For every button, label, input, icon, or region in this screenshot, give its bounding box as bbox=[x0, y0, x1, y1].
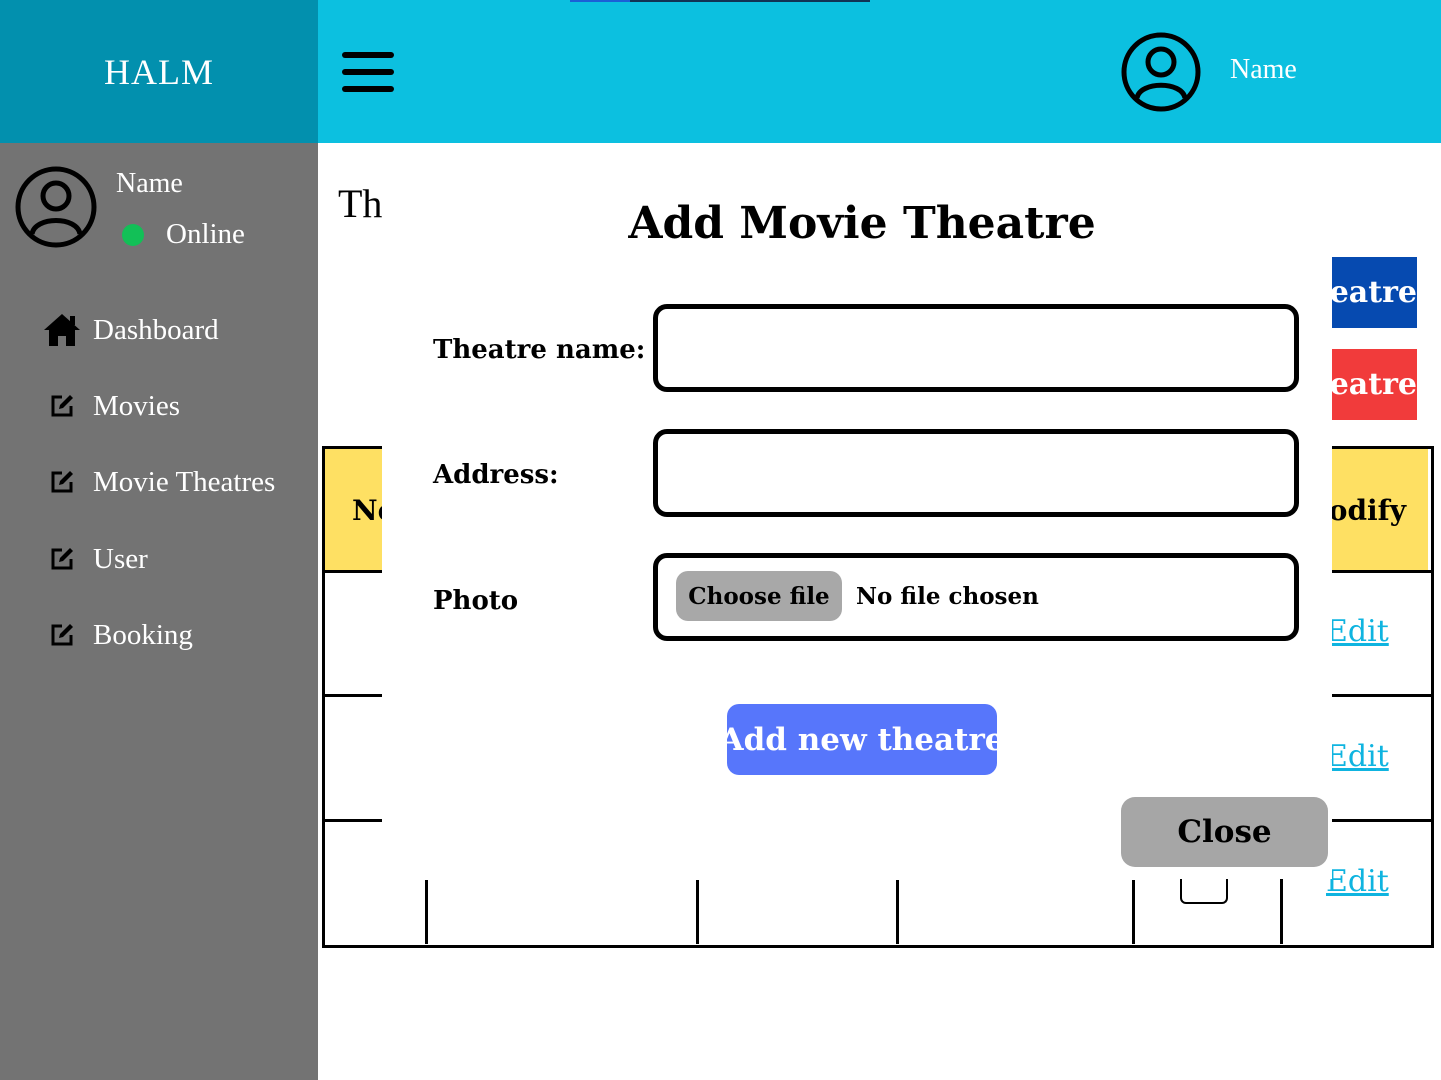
address-label: Address: bbox=[433, 460, 559, 490]
file-status-text: No file chosen bbox=[856, 583, 1039, 610]
table-col-divider bbox=[696, 880, 699, 944]
theatre-name-label: Theatre name: bbox=[433, 335, 646, 365]
row-checkbox[interactable] bbox=[1180, 878, 1228, 904]
online-status-dot bbox=[122, 224, 144, 246]
table-col-divider bbox=[896, 880, 899, 944]
sidebar-item-dashboard[interactable]: Dashboard bbox=[40, 308, 310, 352]
sidebar-item-movie-theatres[interactable]: Movie Theatres bbox=[40, 460, 310, 504]
top-divider-accent bbox=[570, 0, 630, 2]
edit-icon bbox=[40, 460, 84, 504]
background-red-button[interactable]: eatre bbox=[1332, 349, 1417, 420]
brand-text: HALM bbox=[104, 51, 214, 92]
edit-link[interactable]: Edit bbox=[1326, 614, 1389, 649]
header-avatar-icon[interactable] bbox=[1120, 31, 1202, 113]
add-new-theatre-button[interactable]: Add new theatre bbox=[720, 704, 1005, 775]
sidebar-item-label: Movies bbox=[93, 389, 180, 422]
table-col-divider bbox=[425, 880, 428, 944]
choose-file-button[interactable]: Choose file bbox=[676, 571, 842, 621]
sidebar-item-label: User bbox=[93, 542, 148, 575]
background-red-button-label: eatre bbox=[1332, 367, 1417, 402]
header-user-name[interactable]: Name bbox=[1230, 54, 1297, 86]
brand-logo[interactable]: HALM bbox=[0, 0, 318, 143]
theatre-name-input[interactable] bbox=[658, 309, 1294, 387]
background-blue-button-label: eatre bbox=[1332, 275, 1417, 310]
address-input[interactable] bbox=[658, 434, 1294, 512]
table-col-divider bbox=[1132, 880, 1135, 944]
sidebar-avatar-icon bbox=[14, 166, 98, 248]
modal-title: Add Movie Theatre bbox=[628, 198, 1096, 249]
home-icon bbox=[40, 308, 84, 352]
edit-icon bbox=[40, 537, 84, 581]
table-header-modify-label: Modify bbox=[1332, 493, 1406, 527]
sidebar-item-user[interactable]: User bbox=[40, 537, 310, 581]
page-title: Th bbox=[338, 181, 383, 226]
edit-icon bbox=[40, 613, 84, 657]
sidebar-item-label: Booking bbox=[93, 618, 193, 651]
sidebar-item-label: Movie Theatres bbox=[93, 465, 276, 498]
menu-toggle-icon[interactable] bbox=[342, 52, 394, 92]
sidebar-item-booking[interactable]: Booking bbox=[40, 613, 310, 657]
theatre-name-field[interactable] bbox=[653, 304, 1299, 392]
background-blue-button[interactable]: eatre bbox=[1332, 257, 1417, 328]
close-button[interactable]: Close bbox=[1121, 797, 1328, 867]
online-status-text: Online bbox=[166, 218, 245, 250]
photo-label: Photo bbox=[433, 586, 519, 616]
sidebar-item-movies[interactable]: Movies bbox=[40, 384, 310, 428]
sidebar bbox=[0, 143, 318, 1080]
sidebar-user-name: Name bbox=[116, 168, 183, 199]
edit-icon bbox=[40, 384, 84, 428]
edit-link[interactable]: Edit bbox=[1326, 864, 1389, 899]
table-header-no: No bbox=[325, 449, 385, 571]
edit-link[interactable]: Edit bbox=[1326, 739, 1389, 774]
address-field[interactable] bbox=[653, 429, 1299, 517]
table-header-no-label: No bbox=[352, 493, 385, 527]
table-header-modify: Modify bbox=[1332, 449, 1428, 571]
sidebar-item-label: Dashboard bbox=[93, 313, 219, 346]
